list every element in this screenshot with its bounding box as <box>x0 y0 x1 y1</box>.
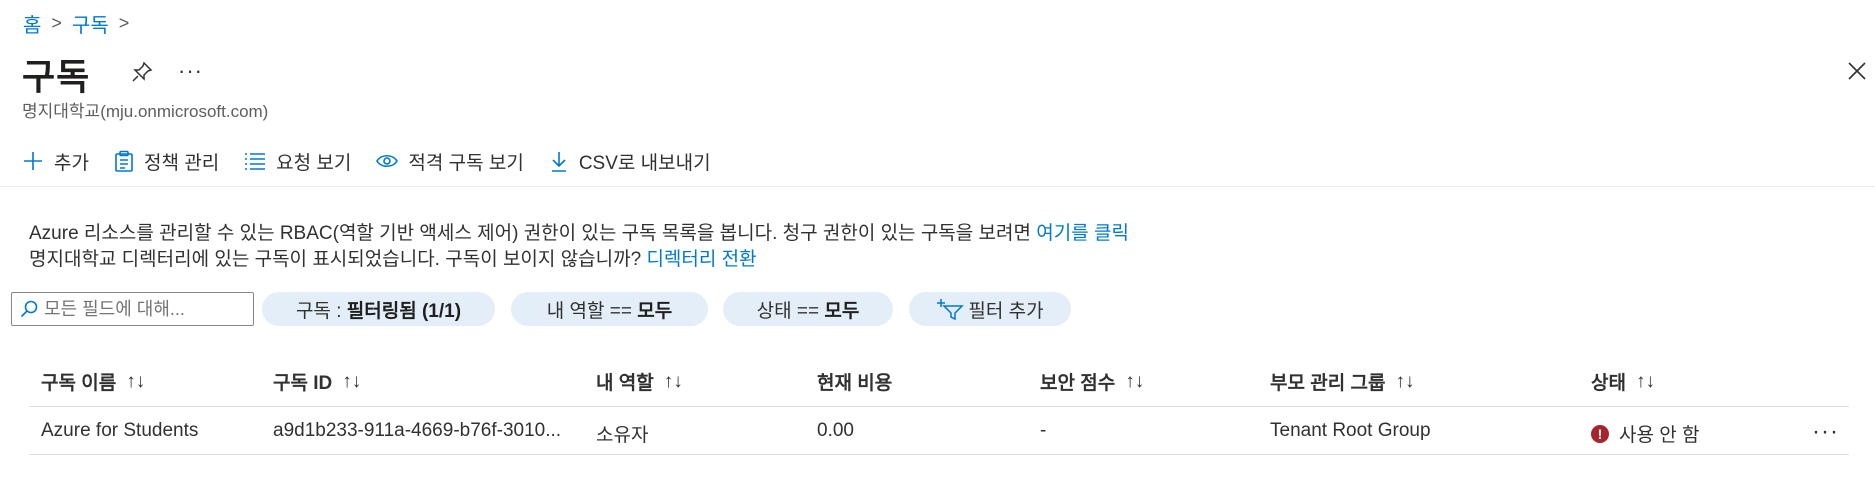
security-score-cell: - <box>1040 420 1047 441</box>
status-cell: ! 사용 안 함 <box>1591 420 1699 447</box>
filter-pill-state[interactable]: 상태 == 모두 <box>723 292 893 326</box>
search-icon <box>20 300 38 318</box>
breadcrumb-home[interactable]: 홈 <box>23 9 41 38</box>
close-icon[interactable] <box>1846 60 1868 82</box>
info-line-rbac: Azure 리소스를 관리할 수 있는 RBAC(역할 기반 액세스 제어) 권… <box>29 218 1129 245</box>
click-here-link[interactable]: 여기를 클릭 <box>1036 223 1129 244</box>
column-header-score[interactable]: 보안 점수 ↑↓ <box>1040 368 1144 395</box>
view-eligible-button[interactable]: 적격 구독 보기 <box>376 148 524 175</box>
filter-subscription-value: 필터링됨 (1/1) <box>346 300 462 322</box>
column-header-score-label: 보안 점수 <box>1040 373 1116 394</box>
manage-policy-button[interactable]: 정책 관리 <box>114 148 219 175</box>
column-header-status-label: 상태 <box>1591 373 1626 394</box>
page-title: 구독 <box>22 56 91 97</box>
breadcrumb-separator: > <box>118 13 130 33</box>
column-header-id[interactable]: 구독 ID ↑↓ <box>273 368 361 395</box>
column-header-role[interactable]: 내 역할 ↑↓ <box>596 368 683 395</box>
cost-cell: 0.00 <box>817 420 854 441</box>
clipboard-icon <box>115 150 133 172</box>
add-filter-icon <box>937 299 965 320</box>
column-header-role-label: 내 역할 <box>596 373 654 394</box>
filter-pill-subscription[interactable]: 구독 : 필터링됨 (1/1) <box>262 292 495 326</box>
info-text-rbac: Azure 리소스를 관리할 수 있는 RBAC(역할 기반 액세스 제어) 권… <box>29 223 1037 244</box>
sort-icon: ↑↓ <box>663 370 683 392</box>
breadcrumb-separator: > <box>51 13 62 33</box>
sort-icon: ↑↓ <box>126 370 146 392</box>
column-header-group[interactable]: 부모 관리 그룹 ↑↓ <box>1270 368 1414 395</box>
more-options-button[interactable]: ··· <box>178 58 203 84</box>
subscription-name-link[interactable]: Azure for Students <box>41 420 198 442</box>
view-requests-button[interactable]: 요청 보기 <box>244 148 351 175</box>
column-header-name-label: 구독 이름 <box>41 373 117 394</box>
column-header-cost-label: 현재 비용 <box>817 373 893 394</box>
filter-subscription-label: 구독 : <box>295 300 347 322</box>
header-divider <box>29 406 1849 407</box>
info-line-directory: 명지대학교 디렉터리에 있는 구독이 표시되었습니다. 구독이 보이지 않습니까… <box>29 244 757 271</box>
view-requests-label: 요청 보기 <box>276 152 352 174</box>
switch-directory-link[interactable]: 디렉터리 전환 <box>646 249 756 270</box>
tenant-subtitle: 명지대학교(mju.onmicrosoft.com) <box>22 102 269 121</box>
pin-icon[interactable] <box>130 60 154 84</box>
management-group-cell: Tenant Root Group <box>1270 420 1431 441</box>
manage-policy-label: 정책 관리 <box>143 152 220 174</box>
add-filter-button[interactable]: 필터 추가 <box>909 292 1071 326</box>
filter-state-value: 모두 <box>824 300 860 322</box>
info-text-directory: 명지대학교 디렉터리에 있는 구독이 표시되었습니다. 구독이 보이지 않습니까… <box>29 249 647 270</box>
plus-icon <box>24 152 42 170</box>
row-more-button[interactable]: ··· <box>1812 418 1839 446</box>
filter-role-label: 내 역할 == <box>546 300 638 322</box>
export-csv-button[interactable]: CSV로 내보내기 <box>549 148 711 175</box>
sort-icon: ↑↓ <box>1125 370 1145 392</box>
search-box[interactable] <box>11 292 254 326</box>
breadcrumb-subscriptions[interactable]: 구독 <box>72 9 109 38</box>
view-eligible-label: 적격 구독 보기 <box>408 152 524 174</box>
download-icon <box>551 152 566 172</box>
error-icon: ! <box>1591 424 1609 443</box>
export-csv-label: CSV로 내보내기 <box>578 152 711 174</box>
add-filter-label: 필터 추가 <box>968 300 1044 322</box>
breadcrumb: 홈 > 구독 > <box>23 9 139 38</box>
column-header-name[interactable]: 구독 이름 ↑↓ <box>41 368 145 395</box>
column-header-cost: 현재 비용 <box>817 368 892 395</box>
subscription-id-cell: a9d1b233-911a-4669-b76f-3010... <box>273 420 562 441</box>
filter-state-label: 상태 == <box>756 300 825 322</box>
sort-icon: ↑↓ <box>1635 370 1655 392</box>
command-bar: 추가 정책 관리 요청 보기 적격 구독 보기 CSV로 내보내기 <box>22 145 736 177</box>
filter-pill-role[interactable]: 내 역할 == 모두 <box>511 292 708 326</box>
eye-icon <box>376 154 399 168</box>
search-input[interactable] <box>44 298 244 320</box>
column-header-status[interactable]: 상태 ↑↓ <box>1591 368 1655 395</box>
column-header-id-label: 구독 ID <box>273 373 333 394</box>
status-label: 사용 안 함 <box>1619 425 1700 446</box>
add-button-label: 추가 <box>54 152 89 174</box>
filter-role-value: 모두 <box>637 300 673 322</box>
command-bar-divider <box>0 186 1875 187</box>
list-icon <box>245 153 266 170</box>
row-divider <box>29 454 1849 455</box>
role-cell: 소유자 <box>596 425 649 446</box>
sort-icon: ↑↓ <box>1395 370 1415 392</box>
column-header-group-label: 부모 관리 그룹 <box>1270 373 1386 394</box>
sort-icon: ↑↓ <box>342 370 362 392</box>
add-button[interactable]: 추가 <box>22 148 89 175</box>
